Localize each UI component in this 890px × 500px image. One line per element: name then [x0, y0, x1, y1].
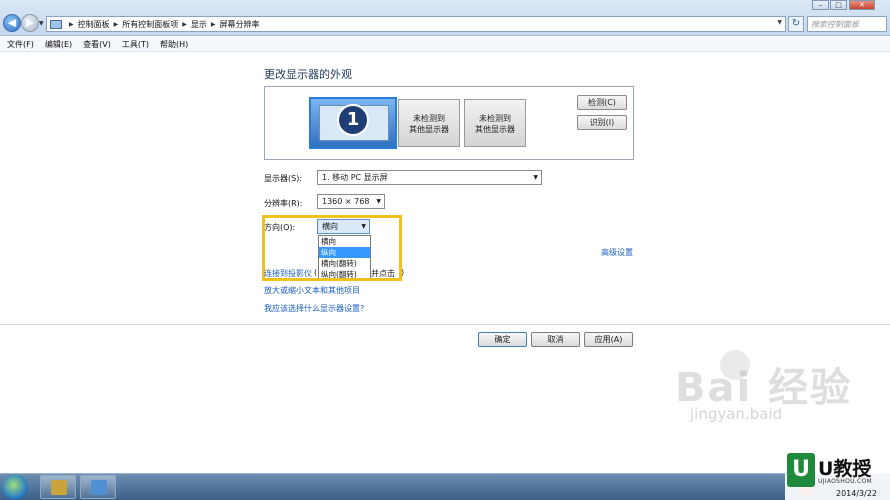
menu-help[interactable]: 帮助(H) [160, 39, 188, 50]
taskbar-app-control-panel[interactable] [80, 475, 116, 499]
history-dropdown-icon[interactable]: ▼ [39, 20, 44, 27]
close-button[interactable]: ✕ [849, 0, 875, 10]
undetected-monitor-1[interactable]: 未检测到 其他显示器 [398, 99, 460, 147]
menu-bar: 文件(F) 编辑(E) 查看(V) 工具(T) 帮助(H) [0, 37, 890, 52]
chevron-right-icon: ▶ [210, 20, 216, 28]
control-panel-icon [91, 480, 107, 495]
text-size-link[interactable]: 放大或缩小文本和其他项目 [264, 285, 360, 296]
chevron-down-icon: ▼ [533, 174, 538, 181]
identify-button[interactable]: 识别(I) [577, 115, 627, 130]
forward-button[interactable]: ▶ [21, 14, 39, 32]
start-button[interactable] [2, 475, 28, 500]
menu-edit[interactable]: 编辑(E) [45, 39, 72, 50]
chevron-right-icon: ▶ [182, 20, 187, 28]
logo-u-icon: U [787, 453, 815, 487]
resolution-select[interactable]: 1360 × 768 ▼ [317, 194, 385, 209]
menu-tools[interactable]: 工具(T) [122, 39, 149, 50]
minimize-button[interactable]: – [812, 0, 829, 10]
undetected-label-line2: 其他显示器 [475, 125, 515, 134]
breadcrumb-display[interactable]: 显示 [191, 19, 207, 30]
refresh-icon[interactable]: ↻ [788, 16, 804, 32]
page-title: 更改显示器的外观 [264, 68, 352, 81]
cancel-button[interactable]: 取消 [531, 332, 580, 347]
detect-button[interactable]: 检测(C) [577, 95, 627, 110]
logo-text: U教授 [818, 458, 872, 480]
chevron-down-icon: ▼ [376, 198, 381, 205]
display-value: 1. 移动 PC 显示屏 [322, 173, 388, 182]
projector-hint-close: ) [401, 268, 405, 277]
control-panel-icon [50, 19, 62, 29]
display-select[interactable]: 1. 移动 PC 显示屏 ▼ [317, 170, 542, 185]
projector-hint-open: ( [314, 268, 318, 277]
address-bar[interactable]: ▶ 控制面板 ▶ 所有控制面板项 ▶ 显示 ▶ 屏幕分辨率 ▼ [46, 16, 786, 32]
connect-projector-link[interactable]: 连接到投影仪 [264, 268, 312, 279]
taskbar: S [0, 473, 890, 500]
jingyan-watermark: jingyan.baid [690, 405, 783, 423]
undetected-label-line2: 其他显示器 [409, 125, 449, 134]
breadcrumb-control-panel[interactable]: 控制面板 [78, 19, 110, 30]
menu-view[interactable]: 查看(V) [83, 39, 111, 50]
monitor-1[interactable]: 1 [309, 97, 397, 149]
back-button[interactable]: ◀ [3, 14, 21, 32]
advanced-settings-link[interactable]: 高级设置 [601, 247, 633, 258]
display-label: 显示器(S): [264, 174, 303, 183]
paint-icon [51, 480, 67, 495]
title-bar: – □ ✕ ◀ ▶ ▼ ▶ 控制面板 ▶ 所有控制面板项 ▶ 显示 ▶ 屏幕分辨… [0, 0, 890, 36]
clock-date: 2014/3/22 [836, 489, 878, 498]
monitor-number: 1 [337, 104, 369, 136]
monitor-preview: 1 未检测到 其他显示器 未检测到 其他显示器 检测(C) 识别(I) [264, 86, 634, 160]
which-setting-link[interactable]: 我应该选择什么显示器设置? [264, 303, 364, 314]
undetected-label-line1: 未检测到 [479, 114, 511, 123]
divider [0, 324, 890, 325]
maximize-button[interactable]: □ [830, 0, 847, 10]
breadcrumb-all-items[interactable]: 所有控制面板项 [122, 19, 178, 30]
taskbar-app-paint[interactable] [40, 475, 76, 499]
ok-button[interactable]: 确定 [478, 332, 527, 347]
undetected-label-line1: 未检测到 [413, 114, 445, 123]
search-input[interactable]: 搜索控制面板 [807, 16, 887, 32]
address-dropdown-icon[interactable]: ▼ [777, 19, 782, 26]
breadcrumb-screen-resolution[interactable]: 屏幕分辨率 [220, 19, 260, 30]
menu-file[interactable]: 文件(F) [7, 39, 34, 50]
chevron-right-icon: ▶ [69, 20, 74, 28]
chevron-right-icon: ▶ [113, 20, 119, 28]
logo-domain: UJIAOSHOU.COM [818, 478, 872, 485]
projector-hint-text: 并点击 [371, 269, 395, 278]
resolution-value: 1360 × 768 [322, 197, 370, 206]
apply-button[interactable]: 应用(A) [584, 332, 633, 347]
resolution-label: 分辨率(R): [264, 199, 303, 208]
undetected-monitor-2[interactable]: 未检测到 其他显示器 [464, 99, 526, 147]
